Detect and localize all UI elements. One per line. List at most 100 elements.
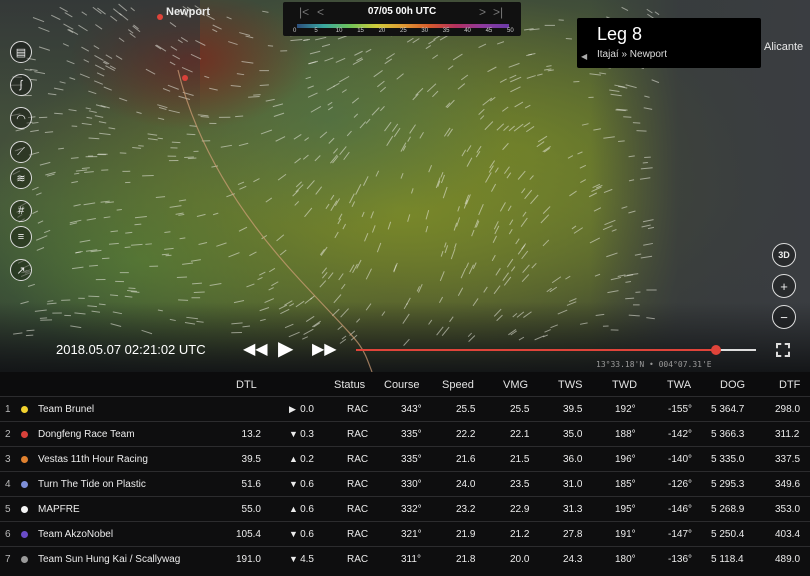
wind-streak: [157, 309, 163, 312]
play-icon[interactable]: ▶: [278, 336, 293, 361]
header-dog[interactable]: DOG: [720, 379, 745, 391]
fullscreen-icon[interactable]: [776, 343, 790, 357]
header-dtl[interactable]: DTL: [236, 379, 257, 391]
last-frame-button[interactable]: >|: [493, 5, 503, 19]
wind-streak: [609, 89, 620, 92]
cell-dtf: 311.2: [775, 429, 800, 440]
zoom-in-icon[interactable]: +: [772, 274, 796, 298]
wind-streak: [147, 133, 158, 136]
wind-streak: [110, 15, 118, 22]
wind-streak: [321, 43, 331, 48]
wind-streak: [642, 219, 654, 223]
wind-streak: [406, 37, 414, 43]
cell-delta: 0.6: [300, 479, 314, 490]
table-row[interactable]: 6 Team AkzoNobel ▼ 105.4 0.6 RAC 321° 21.9 21.2 2…: [0, 521, 810, 546]
timeline-knob[interactable]: [711, 345, 721, 355]
next-frame-button[interactable]: >: [479, 5, 486, 19]
wind-streak: [189, 125, 197, 127]
bars-icon[interactable]: ≡: [10, 226, 32, 248]
wind-streak: [179, 237, 186, 240]
wind-streak: [88, 295, 100, 298]
header-course[interactable]: Course: [384, 379, 419, 391]
wind-streak: [86, 218, 96, 221]
caret-left-icon[interactable]: ◀: [581, 52, 587, 61]
wind-streak: [594, 273, 601, 277]
city-label-alicante: Alicante: [764, 41, 804, 53]
playback-bar: 2018.05.07 02:21:02 UTC ◀◀ ▶ ▶▶ 13°33.18…: [0, 334, 810, 369]
route-icon[interactable]: ∫: [10, 74, 32, 96]
table-row[interactable]: 3 Vestas 11th Hour Racing ▲ 39.5 0.2 RAC 335° 2…: [0, 446, 810, 471]
wind-streak: [482, 97, 493, 106]
wind-streak: [280, 308, 290, 315]
cell-vmg: 23.5: [510, 479, 530, 490]
map-layers-icon[interactable]: ▤: [10, 41, 32, 63]
table-row[interactable]: 2 Dongfeng Race Team ▼ 13.2 0.3 RAC 335° 22.2 22…: [0, 421, 810, 446]
cell-delta: 0.2: [300, 454, 314, 465]
wind-streak: [579, 164, 587, 169]
rewind-icon[interactable]: ◀◀: [243, 339, 268, 359]
wind-streak: [38, 46, 51, 51]
wind-streak: [537, 135, 548, 143]
wind-streak: [15, 128, 25, 132]
wind-streak: [353, 113, 359, 118]
wind-streak: [603, 188, 613, 194]
wind-streak: [310, 105, 322, 113]
wind-streak: [164, 231, 171, 234]
table-row[interactable]: 5 MAPFRE ▲ 55.0 0.6 RAC 332° 23.2 22.9 31.3 195° -1…: [0, 496, 810, 521]
wind-streak: [70, 325, 82, 329]
wind-streak: [320, 246, 328, 256]
wind-streak: [231, 322, 243, 325]
header-twd[interactable]: TWD: [612, 379, 637, 391]
view-3d-button[interactable]: 3D: [772, 243, 796, 267]
header-speed[interactable]: Speed: [442, 379, 474, 391]
wind-streak: [279, 249, 287, 256]
row-rank: 2: [5, 429, 11, 440]
wind-streak: [384, 58, 393, 65]
header-vmg[interactable]: VMG: [503, 379, 528, 391]
cell-tws: 35.0: [563, 429, 583, 440]
wind-streak: [306, 180, 315, 190]
wind-streak: [94, 115, 104, 118]
header-tws[interactable]: TWS: [558, 379, 582, 391]
wind-streak: [476, 145, 482, 153]
sail-icon[interactable]: ⟋: [10, 141, 32, 163]
table-row[interactable]: 4 Turn The Tide on Plastic ▼ 51.6 0.6 RAC 330°…: [0, 471, 810, 496]
table-header: DTL Status Course Speed VMG TWS TWD TWA …: [0, 372, 810, 396]
wind-streak: [442, 186, 448, 199]
wind-streak: [342, 223, 347, 230]
header-twa[interactable]: TWA: [667, 379, 691, 391]
wind-streak: [492, 235, 497, 243]
chart-icon[interactable]: ↗: [10, 259, 32, 281]
wind-streak: [363, 176, 369, 186]
wind-streak: [172, 54, 181, 60]
wind-streak: [158, 106, 167, 110]
zoom-out-icon[interactable]: −: [772, 305, 796, 329]
cell-twa: -147°: [668, 529, 693, 540]
team-color-dot: [21, 456, 28, 463]
compass-icon[interactable]: ◠: [10, 107, 32, 129]
grid-icon[interactable]: #: [10, 200, 32, 222]
wind-streak: [31, 186, 39, 191]
wind-streak: [333, 82, 340, 88]
table-row[interactable]: 7 Team Sun Hung Kai / Scallywag ▼ 191.0 4.5 R…: [0, 546, 810, 571]
wind-streak: [233, 300, 245, 304]
timeline-slider[interactable]: [356, 345, 756, 355]
wind-streak: [346, 130, 352, 137]
header-status[interactable]: Status: [334, 379, 365, 391]
header-dtf[interactable]: DTF: [779, 379, 800, 391]
cell-speed: 21.8: [456, 554, 476, 565]
wind-streak: [307, 92, 318, 98]
wind-map[interactable]: Newport Alicante |< < 07/05 00h UTC > >|…: [0, 0, 810, 372]
wind-streak: [157, 117, 165, 120]
wind-streak: [145, 243, 152, 245]
wind-streak: [268, 267, 276, 273]
wind-streak: [365, 268, 372, 280]
wind-streak: [508, 62, 520, 68]
wind-streak: [277, 173, 287, 181]
fast-forward-icon[interactable]: ▶▶: [312, 339, 337, 359]
wind-icon[interactable]: ≋: [10, 167, 32, 189]
wind-streak: [124, 295, 133, 298]
table-row[interactable]: 1 Team Brunel ▶ 0.0 RAC 343° 25.5 25.5 39.5 192° -…: [0, 396, 810, 421]
wind-streak: [292, 189, 299, 197]
wind-streak: [312, 320, 321, 328]
